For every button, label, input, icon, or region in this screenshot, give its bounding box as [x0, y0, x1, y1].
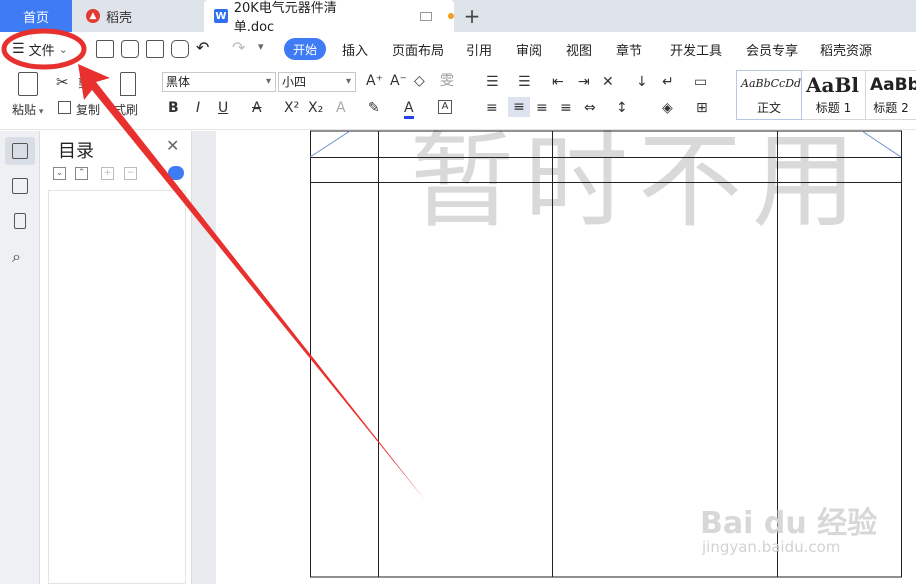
table-diagonal	[861, 130, 902, 158]
table-diagonal	[309, 130, 351, 158]
baidu-watermark: Bai du 经验	[700, 506, 878, 541]
baidu-watermark-url: jingyan.baidu.com	[702, 538, 841, 556]
document-table	[309, 130, 902, 578]
